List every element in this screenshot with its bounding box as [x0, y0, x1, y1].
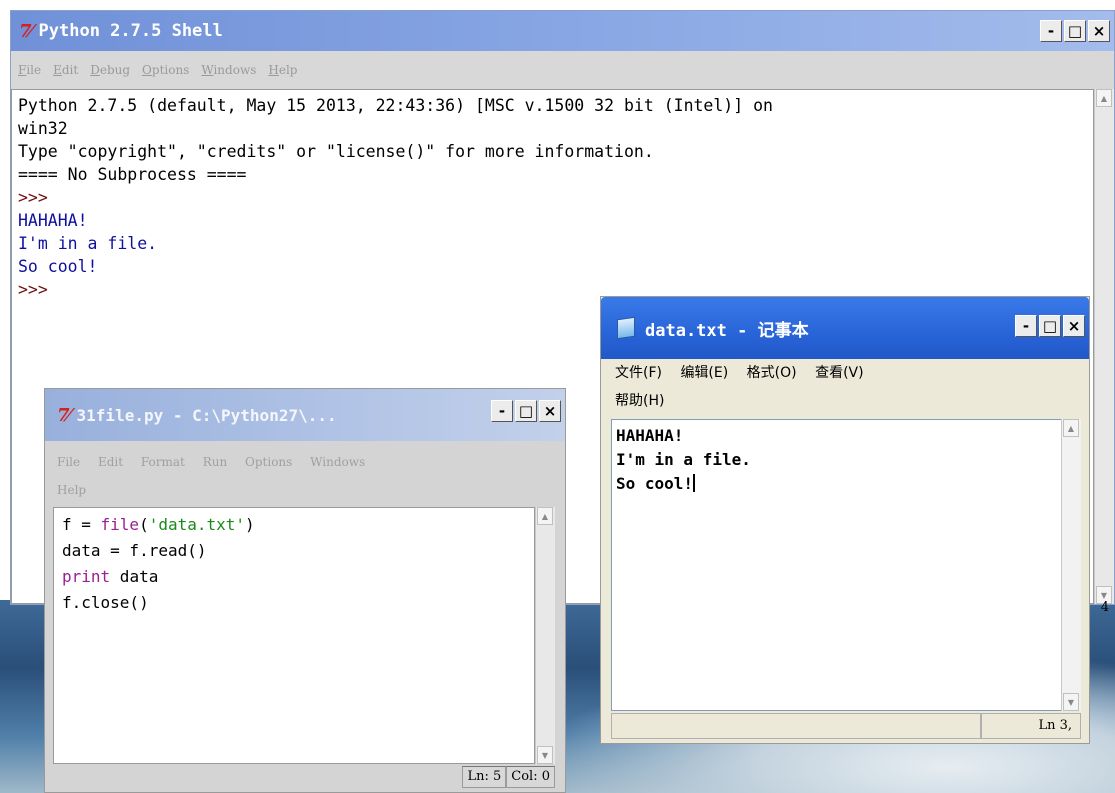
minimize-button[interactable]: - [491, 400, 513, 422]
status-left-panel [611, 713, 981, 739]
notepad-window[interactable]: data.txt - 记事本 - □ × 文件(F) 编辑(E) 格式(O) 查… [600, 296, 1090, 744]
notepad-titlebar[interactable]: data.txt - 记事本 - □ × [601, 297, 1089, 359]
text-caret [693, 474, 696, 492]
shell-menubar: File Edit Debug Options Windows Help [11, 51, 1114, 89]
code-editor-area[interactable]: f = file('data.txt') data = f.read() pri… [53, 507, 535, 764]
shell-output-line: So cool! [18, 257, 98, 276]
scroll-up-arrow-icon[interactable]: ▲ [1063, 419, 1079, 437]
close-button[interactable]: × [1063, 315, 1085, 337]
editor-window-controls: - □ × [491, 400, 561, 422]
maximize-button[interactable]: □ [515, 400, 537, 422]
status-column-number: Col: 0 [506, 766, 555, 788]
menu-help[interactable]: 帮助(H) [615, 393, 664, 409]
menu-run[interactable]: Run [203, 455, 228, 469]
shell-line: Type "copyright", "credits" or "license(… [18, 142, 654, 161]
shell-status-col: 4 [1100, 600, 1109, 615]
shell-title: Python 2.7.5 Shell [38, 21, 223, 41]
editor-menubar: File Edit Format Run Options Windows Hel… [57, 445, 553, 501]
minimize-button[interactable]: - [1040, 20, 1062, 42]
menu-file[interactable]: 文件(F) [615, 365, 662, 381]
code-line: f = file('data.txt') [62, 515, 255, 534]
close-button[interactable]: × [1088, 20, 1110, 42]
minimize-button[interactable]: - [1015, 315, 1037, 337]
scroll-up-arrow-icon[interactable]: ▲ [1096, 89, 1112, 107]
notepad-menubar: 文件(F) 编辑(E) 格式(O) 查看(V) 帮助(H) [615, 359, 1075, 415]
editor-statusbar: Ln: 5 Col: 0 [53, 766, 555, 788]
menu-windows[interactable]: Windows [201, 63, 256, 77]
text-line: I'm in a file. [616, 450, 751, 469]
maximize-button[interactable]: □ [1039, 315, 1061, 337]
menu-options[interactable]: Options [142, 63, 189, 77]
maximize-button[interactable]: □ [1064, 20, 1086, 42]
menu-options[interactable]: Options [245, 455, 292, 469]
notepad-text-area[interactable]: HAHAHA! I'm in a file. So cool! [611, 419, 1063, 711]
menu-file[interactable]: File [57, 455, 80, 469]
editor-scrollbar[interactable]: ▲ ▼ [535, 507, 555, 764]
notepad-icon [617, 316, 635, 340]
menu-help[interactable]: Help [57, 483, 86, 497]
editor-title: 31file.py - C:\Python27\... [76, 405, 337, 425]
shell-line: ==== No Subprocess ==== [18, 165, 247, 184]
code-line: data = f.read() [62, 541, 207, 560]
menu-windows[interactable]: Windows [310, 455, 365, 469]
shell-output-line: HAHAHA! [18, 211, 88, 230]
shell-scrollbar[interactable]: ▲ ▼ [1094, 89, 1114, 604]
menu-edit[interactable]: 编辑(E) [680, 365, 728, 381]
editor-titlebar[interactable]: 7⁄ 31file.py - C:\Python27\... - □ × [45, 389, 565, 441]
menu-view[interactable]: 查看(V) [815, 365, 864, 381]
shell-line: Python 2.7.5 (default, May 15 2013, 22:4… [18, 96, 773, 115]
menu-edit[interactable]: Edit [98, 455, 123, 469]
idle-editor-window[interactable]: 7⁄ 31file.py - C:\Python27\... - □ × Fil… [44, 388, 566, 793]
notepad-scrollbar[interactable]: ▲ ▼ [1061, 419, 1081, 711]
menu-file[interactable]: File [18, 63, 41, 77]
menu-debug[interactable]: Debug [90, 63, 130, 77]
code-line: f.close() [62, 593, 149, 612]
text-line: HAHAHA! [616, 426, 684, 445]
shell-titlebar[interactable]: 7⁄ Python 2.7.5 Shell - □ × [11, 11, 1114, 51]
shell-output-line: I'm in a file. [18, 234, 158, 253]
status-line-column: Ln 3, [981, 713, 1081, 739]
tk-logo-icon: 7⁄ [19, 20, 32, 42]
shell-line: win32 [18, 119, 68, 138]
menu-format[interactable]: Format [141, 455, 185, 469]
menu-help[interactable]: Help [268, 63, 297, 77]
status-line-number: Ln: 5 [462, 766, 507, 788]
text-line: So cool! [616, 474, 696, 493]
code-line: print data [62, 567, 159, 586]
scroll-down-arrow-icon[interactable]: ▼ [1063, 693, 1079, 711]
shell-window-controls: - □ × [1040, 20, 1110, 42]
tk-logo-icon: 7⁄ [57, 404, 70, 426]
menu-format[interactable]: 格式(O) [747, 365, 797, 381]
notepad-title: data.txt - 记事本 [645, 320, 809, 341]
close-button[interactable]: × [539, 400, 561, 422]
scroll-up-arrow-icon[interactable]: ▲ [537, 507, 553, 525]
scroll-down-arrow-icon[interactable]: ▼ [537, 746, 553, 764]
notepad-window-controls: - □ × [1015, 315, 1085, 337]
menu-edit[interactable]: Edit [53, 63, 78, 77]
notepad-statusbar: Ln 3, [611, 713, 1081, 739]
shell-prompt: >>> [18, 188, 58, 207]
